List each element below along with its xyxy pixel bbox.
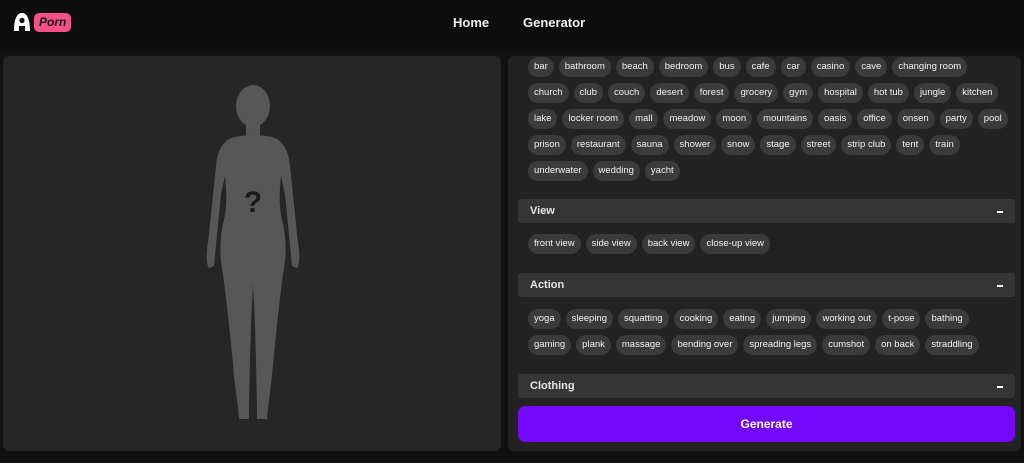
place-tag[interactable]: party [939, 109, 973, 129]
action-tag[interactable]: spreading legs [743, 335, 818, 355]
place-tag[interactable]: underwater [528, 161, 588, 181]
unknown-question-mark: ? [244, 186, 262, 219]
action-tag[interactable]: straddling [925, 335, 979, 355]
place-tag[interactable]: oasis [818, 109, 853, 129]
action-tag[interactable]: gaming [528, 335, 572, 355]
action-tag[interactable]: sleeping [565, 309, 613, 329]
action-tag[interactable]: bending over [671, 335, 739, 355]
action-tag[interactable]: squatting [618, 309, 669, 329]
options-panel: bar bathroom beach bedroom bus cafe car casino c… [508, 56, 1021, 451]
place-tag[interactable]: mountains [757, 109, 814, 129]
action-tag[interactable]: bathing [925, 309, 969, 329]
place-tag[interactable]: bedroom [658, 57, 709, 77]
body-silhouette-icon: ? [206, 85, 300, 419]
place-tag[interactable]: desert [650, 83, 689, 103]
view-section-header[interactable]: View [518, 199, 1015, 223]
action-tag[interactable]: t-pose [882, 309, 921, 329]
place-tag[interactable]: church [528, 83, 569, 103]
preview-panel: ? [3, 56, 501, 451]
place-tag[interactable]: casino [810, 57, 851, 77]
place-tag[interactable]: moon [716, 109, 753, 129]
action-tag[interactable]: jumping [766, 309, 812, 329]
view-tag[interactable]: front view [528, 234, 581, 254]
place-tag[interactable]: couch [607, 83, 646, 103]
logo[interactable]: Porn [11, 11, 72, 33]
place-tag[interactable]: kitchen [956, 83, 999, 103]
place-tag[interactable]: locker room [562, 109, 625, 129]
collapse-icon[interactable] [997, 386, 1003, 388]
action-section-header[interactable]: Action [518, 273, 1015, 297]
collapse-icon[interactable] [997, 211, 1003, 213]
logo-badge: Porn [34, 12, 72, 32]
place-tag[interactable]: lake [528, 109, 558, 129]
place-tag[interactable]: snow [721, 135, 756, 155]
nav-generator-link[interactable]: Generator [523, 15, 585, 30]
view-tag[interactable]: back view [641, 234, 696, 254]
place-tag[interactable]: wedding [592, 161, 640, 181]
top-bar: Porn Home Generator [0, 0, 1024, 50]
place-tag-list: bar bathroom beach bedroom bus cafe car casino c… [528, 57, 1008, 181]
action-tag[interactable]: massage [615, 335, 667, 355]
place-tag[interactable]: pool [977, 109, 1008, 129]
action-tag[interactable]: yoga [528, 309, 561, 329]
place-tag[interactable]: yacht [644, 161, 680, 181]
place-tag[interactable]: grocery [734, 83, 779, 103]
place-tag[interactable]: sauna [630, 135, 669, 155]
action-tag[interactable]: on back [875, 335, 921, 355]
place-tag[interactable]: car [780, 57, 806, 77]
nav-home-link[interactable]: Home [453, 15, 489, 30]
logo-a-icon [14, 13, 30, 31]
generate-button[interactable]: Generate [518, 406, 1015, 442]
place-tag[interactable]: cafe [745, 57, 776, 77]
view-tag[interactable]: side view [585, 234, 637, 254]
collapse-icon[interactable] [997, 285, 1003, 287]
clothing-section-title: Clothing [530, 380, 575, 392]
place-tag[interactable]: restaurant [570, 135, 626, 155]
place-tag[interactable]: beach [615, 57, 654, 77]
view-tag-list: front view side view back view close-up vie… [528, 234, 1008, 254]
action-tag[interactable]: cumshot [822, 335, 871, 355]
place-tag[interactable]: bus [713, 57, 741, 77]
place-tag[interactable]: gym [783, 83, 814, 103]
place-tag[interactable]: onsen [896, 109, 935, 129]
view-tag[interactable]: close-up view [700, 234, 771, 254]
place-tag[interactable]: strip club [841, 135, 892, 155]
place-tag[interactable]: prison [528, 135, 566, 155]
action-tag[interactable]: eating [723, 309, 762, 329]
action-tag-list: yoga sleeping squatting cooking eating jumpin… [528, 309, 1008, 355]
place-tag[interactable]: forest [693, 83, 730, 103]
place-tag[interactable]: cave [855, 57, 888, 77]
place-tag[interactable]: stage [760, 135, 796, 155]
action-tag[interactable]: plank [576, 335, 611, 355]
place-tag[interactable]: changing room [892, 57, 968, 77]
action-tag[interactable]: working out [816, 309, 878, 329]
view-section-title: View [530, 205, 555, 217]
clothing-section-header[interactable]: Clothing [518, 374, 1015, 398]
place-tag[interactable]: tent [896, 135, 925, 155]
place-tag[interactable]: bar [528, 57, 554, 77]
place-tag[interactable]: train [929, 135, 960, 155]
place-tag[interactable]: club [573, 83, 603, 103]
action-tag[interactable]: cooking [673, 309, 719, 329]
place-tag[interactable]: office [857, 109, 892, 129]
place-tag[interactable]: hot tub [867, 83, 909, 103]
place-tag[interactable]: shower [673, 135, 717, 155]
place-tag[interactable]: meadow [663, 109, 712, 129]
place-tag[interactable]: bathroom [558, 57, 611, 77]
place-tag[interactable]: mall [629, 109, 659, 129]
place-tag[interactable]: street [800, 135, 837, 155]
place-tag[interactable]: jungle [913, 83, 952, 103]
action-section-title: Action [530, 279, 565, 291]
place-tag[interactable]: hospital [818, 83, 863, 103]
